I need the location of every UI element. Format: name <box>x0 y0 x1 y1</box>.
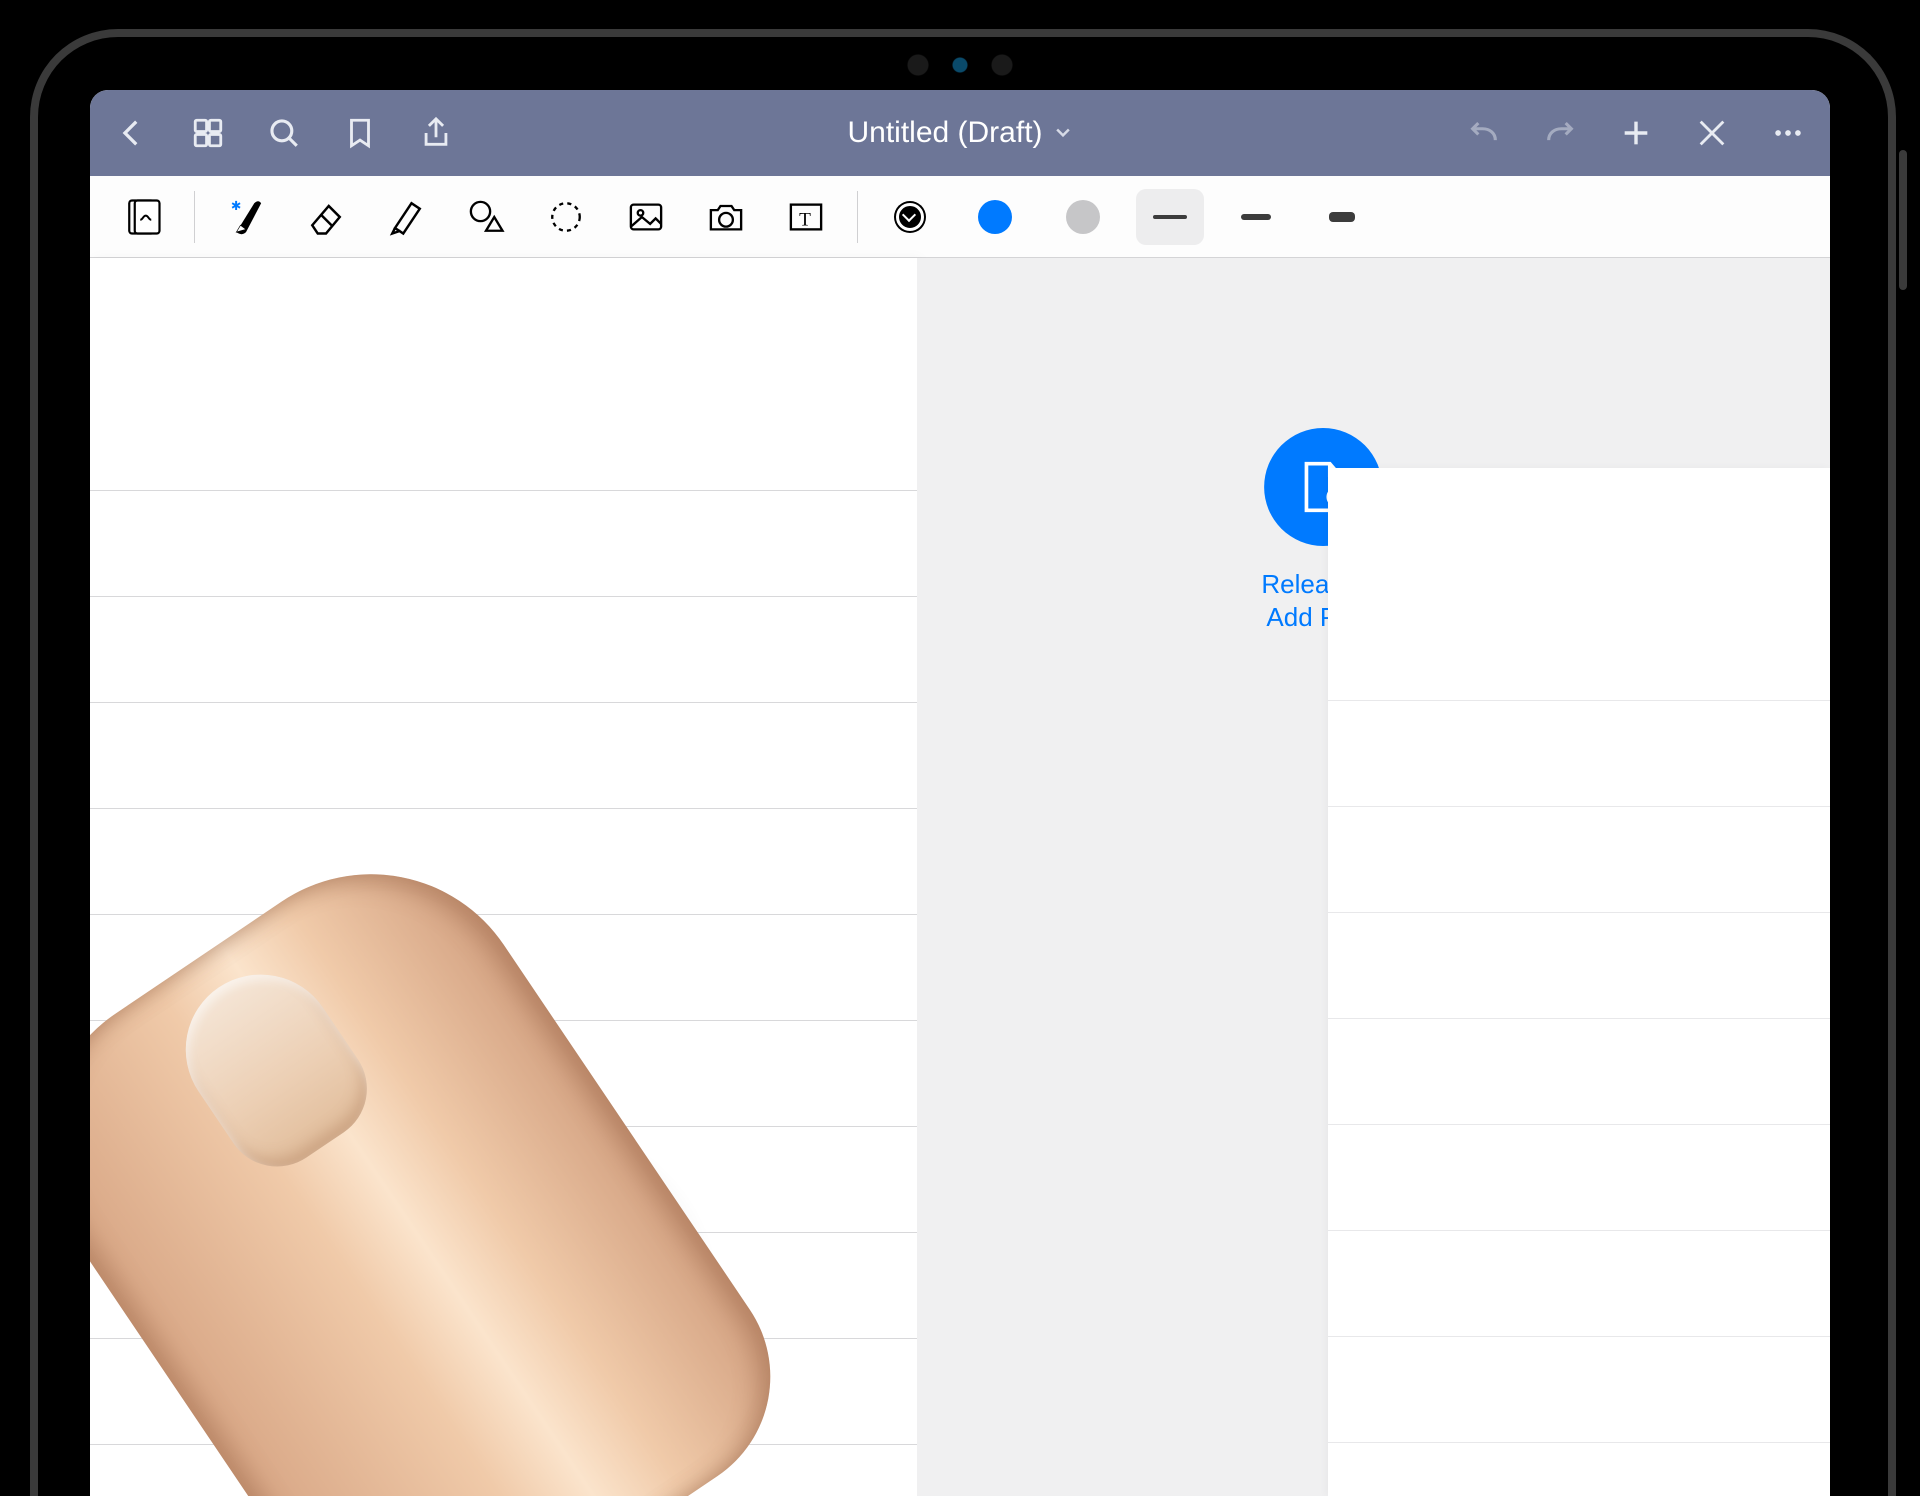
toolbar: ✱ T <box>90 176 1830 258</box>
back-chevron-icon <box>115 116 149 150</box>
lasso-icon <box>544 195 588 239</box>
shapes-tool[interactable] <box>451 186 521 248</box>
stroke-medium-icon <box>1241 214 1271 220</box>
navbar-right <box>1464 113 1808 153</box>
add-button[interactable] <box>1616 113 1656 153</box>
stroke-thin-icon <box>1153 215 1187 219</box>
grid-button[interactable] <box>188 113 228 153</box>
share-button[interactable] <box>416 113 456 153</box>
text-box-icon: T <box>784 195 828 239</box>
toolbar-divider <box>194 191 195 243</box>
grid-icon <box>191 116 225 150</box>
camera-notch <box>820 49 1100 81</box>
svg-text:T: T <box>799 209 811 230</box>
canvas-area[interactable]: Release to Add Page <box>90 258 1830 1496</box>
image-tool[interactable] <box>611 186 681 248</box>
bookmark-button[interactable] <box>340 113 380 153</box>
navbar-title-group[interactable]: Untitled (Draft) <box>466 116 1454 150</box>
cut-button[interactable] <box>1692 113 1732 153</box>
camera-icon <box>704 195 748 239</box>
bookmark-icon <box>343 116 377 150</box>
redo-button[interactable] <box>1540 113 1580 153</box>
app-screen: Untitled (Draft) <box>90 90 1830 1496</box>
search-icon <box>267 116 301 150</box>
color-black[interactable] <box>896 203 924 231</box>
next-page-preview <box>1328 468 1830 1496</box>
toolbar-divider <box>857 191 858 243</box>
shapes-icon <box>464 195 508 239</box>
redo-icon <box>1543 116 1577 150</box>
highlighter-tool[interactable] <box>371 186 441 248</box>
navbar: Untitled (Draft) <box>90 90 1830 176</box>
page-template-tool[interactable] <box>108 186 178 248</box>
page-template-icon <box>121 195 165 239</box>
stroke-thin[interactable] <box>1136 189 1204 245</box>
pen-tool[interactable]: ✱ <box>211 186 281 248</box>
current-page[interactable] <box>90 258 917 1496</box>
back-button[interactable] <box>112 113 152 153</box>
scissors-icon <box>1695 116 1729 150</box>
color-blue[interactable] <box>978 200 1012 234</box>
add-page-panel: Release to Add Page <box>917 258 1831 1496</box>
eraser-tool[interactable] <box>291 186 361 248</box>
plus-icon <box>1619 116 1653 150</box>
search-button[interactable] <box>264 113 304 153</box>
document-title: Untitled (Draft) <box>847 116 1042 150</box>
color-grey[interactable] <box>1066 200 1100 234</box>
lasso-tool[interactable] <box>531 186 601 248</box>
pen-icon: ✱ <box>224 195 268 239</box>
highlighter-icon <box>384 195 428 239</box>
svg-text:✱: ✱ <box>231 199 241 213</box>
more-button[interactable] <box>1768 113 1808 153</box>
navbar-left <box>112 113 456 153</box>
undo-icon <box>1467 116 1501 150</box>
eraser-icon <box>304 195 348 239</box>
image-icon <box>624 195 668 239</box>
camera-tool[interactable] <box>691 186 761 248</box>
undo-button[interactable] <box>1464 113 1504 153</box>
text-tool[interactable]: T <box>771 186 841 248</box>
share-icon <box>419 116 453 150</box>
device-side-button <box>1899 150 1907 290</box>
stroke-thick-icon <box>1329 212 1355 222</box>
stroke-medium[interactable] <box>1222 189 1290 245</box>
more-icon <box>1771 116 1805 150</box>
stroke-thick[interactable] <box>1308 189 1376 245</box>
title-chevron-icon <box>1053 116 1073 150</box>
